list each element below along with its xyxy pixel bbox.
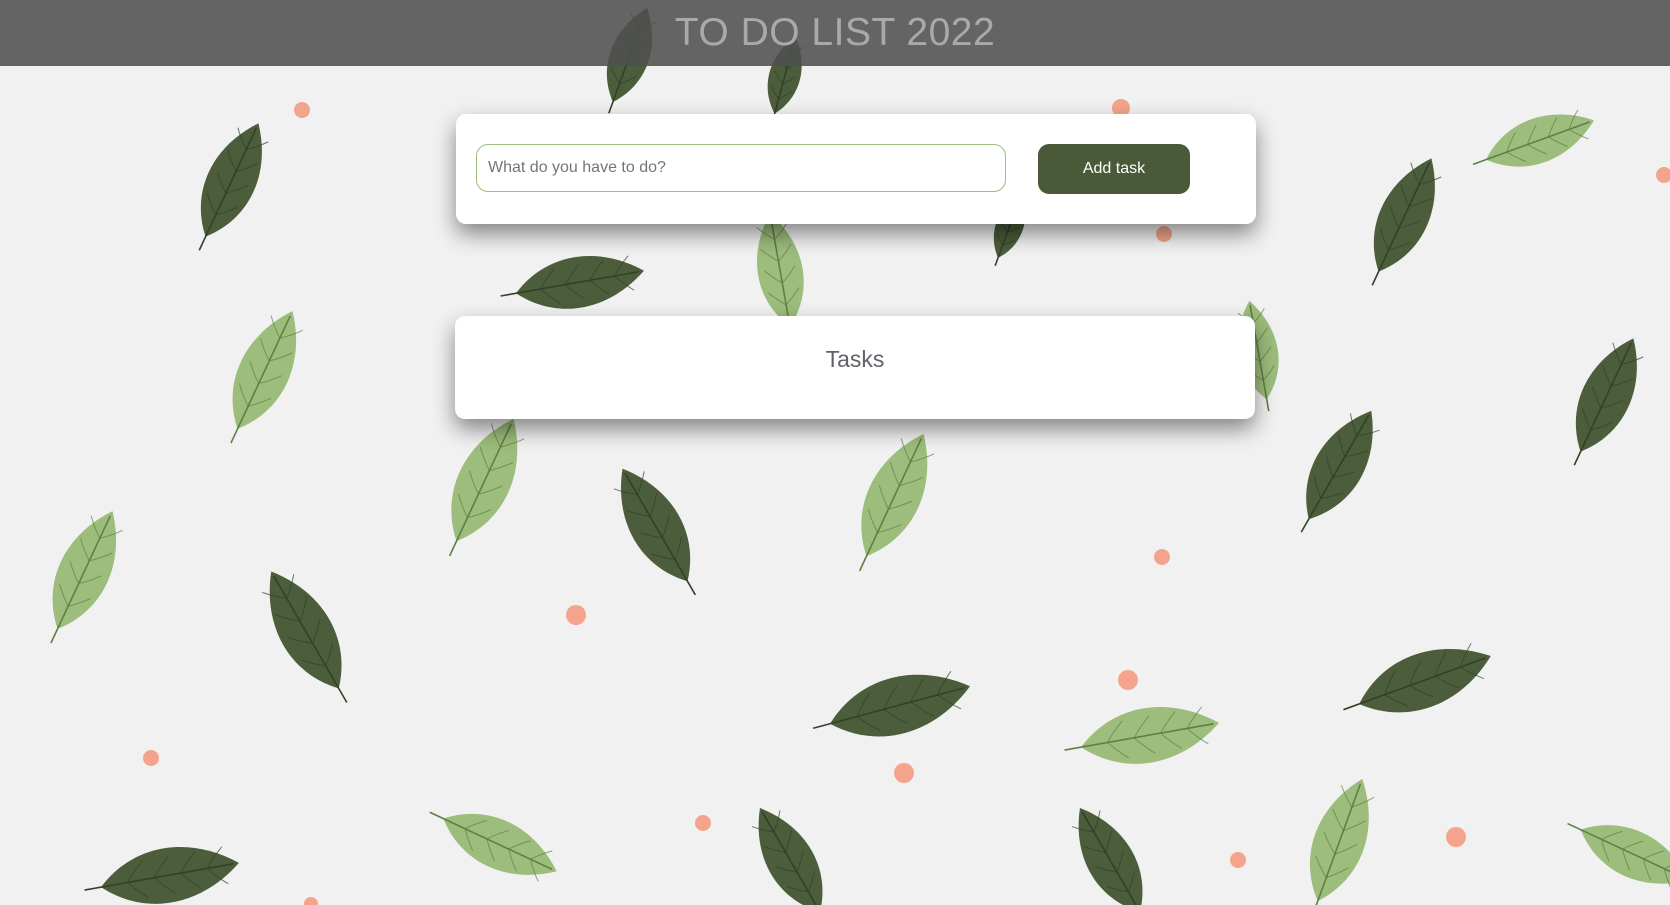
leaf-icon <box>1071 808 1148 905</box>
leaf-icon <box>198 123 269 251</box>
leaf-icon <box>262 571 348 703</box>
dot-icon <box>566 605 586 625</box>
leaf-icon <box>1310 778 1375 905</box>
dot-icon <box>695 815 711 831</box>
task-input[interactable] <box>476 144 1006 192</box>
leaf-icon <box>1371 158 1442 286</box>
leaf-icon <box>429 811 557 882</box>
dot-icon <box>143 750 159 766</box>
leaf-icon <box>1300 410 1380 533</box>
tasks-card: Tasks <box>455 316 1255 419</box>
leaf-icon <box>230 311 303 444</box>
add-task-button[interactable]: Add task <box>1038 144 1190 194</box>
leaf-icon <box>1064 706 1219 764</box>
leaf-icon <box>812 670 971 737</box>
page: TO DO LIST 2022 Add task Tasks <box>0 0 1670 905</box>
leaf-icon <box>858 433 935 572</box>
app-header: TO DO LIST 2022 <box>0 0 1670 66</box>
task-input-card: Add task <box>456 114 1256 224</box>
dot-icon <box>294 102 310 118</box>
leaf-icon <box>448 418 525 557</box>
leaf-icon <box>84 846 239 904</box>
leaf-icon <box>751 808 828 905</box>
dot-icon <box>1230 852 1246 868</box>
dot-icon <box>304 897 318 905</box>
dot-icon <box>1156 226 1172 242</box>
dot-icon <box>1154 549 1170 565</box>
dot-icon <box>1118 670 1138 690</box>
tasks-heading: Tasks <box>825 346 885 372</box>
dot-icon <box>1446 827 1466 847</box>
leaf-icon <box>613 468 696 596</box>
dot-icon <box>1656 167 1670 183</box>
leaf-icon <box>1567 822 1670 891</box>
leaf-icon <box>50 511 123 644</box>
leaf-icon <box>1573 338 1644 466</box>
dot-icon <box>894 763 914 783</box>
leaf-icon <box>500 255 645 309</box>
page-title: TO DO LIST 2022 <box>674 11 996 54</box>
leaf-icon <box>1472 109 1595 167</box>
leaf-icon <box>1343 642 1491 713</box>
